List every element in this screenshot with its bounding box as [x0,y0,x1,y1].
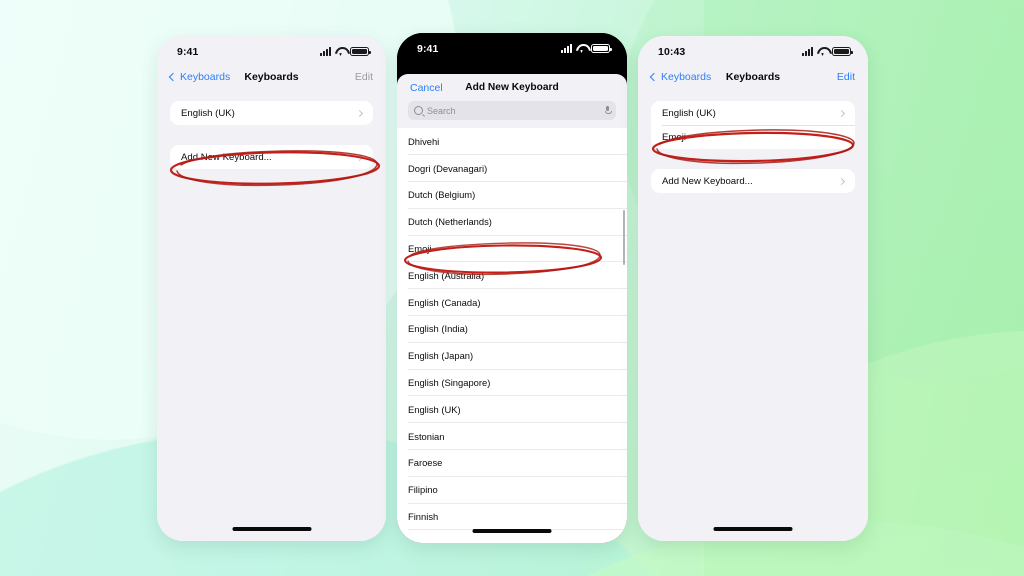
list-item-emoji[interactable]: Emoji [651,125,855,149]
back-button[interactable]: Keyboards [649,71,712,83]
home-indicator [713,527,793,531]
home-indicator [232,527,311,531]
search-container: Search [397,101,627,128]
phone-mockup-3: 10:43 Keyboards Keyboards Edit English (… [638,36,868,541]
keyboard-list-group: English (UK) [170,101,373,125]
phone-2-status-bar: 9:41 [397,33,627,60]
chevron-right-icon [837,109,846,117]
list-item-label: Emoji [408,243,432,255]
battery-icon [350,46,371,57]
language-list[interactable]: Dhivehi Dogri (Devanagari) Dutch (Belgiu… [397,128,627,543]
home-indicator [472,529,552,533]
list-item-label: Faroese [408,457,443,469]
wifi-icon [576,44,587,53]
search-icon [414,106,423,115]
cellular-signal-icon [561,44,572,53]
list-item-label: Dhivehi [408,135,440,147]
phone-mockup-1: 9:41 Keyboards Keyboards Edit English (U… [157,36,386,541]
search-input[interactable]: Search [408,101,616,120]
phone-mockup-2: 9:41 Cancel Add New Keyboard Search Dhiv… [397,33,627,543]
battery-icon [591,43,612,54]
phone-1-status-bar: 9:41 [157,36,386,63]
list-item[interactable]: Faroese [397,450,627,477]
screenshot-canvas: 9:41 Keyboards Keyboards Edit English (U… [0,0,1024,576]
list-item[interactable]: English (UK) [397,396,627,423]
phone-3-status-bar: 10:43 [638,36,868,63]
list-item-label: Add New Keyboard... [181,151,272,163]
list-item[interactable]: English (Canada) [397,289,627,316]
list-item-label: Dutch (Belgium) [408,189,476,201]
battery-icon [832,46,853,57]
add-keyboard-group: Add New Keyboard... [651,169,855,193]
list-item[interactable]: Filipino [397,476,627,503]
search-placeholder: Search [427,105,456,116]
list-item-label: English (Singapore) [408,377,491,389]
phone-1-content: English (UK) Add New Keyboard... [157,91,386,541]
back-button[interactable]: Keyboards [168,71,231,83]
list-item-label: Filipino [408,484,438,496]
list-item-label: Emoji [662,131,686,143]
phone-1-nav-bar: Keyboards Keyboards Edit [157,63,386,91]
list-item[interactable]: English (India) [397,316,627,343]
phone-3-content: English (UK) Emoji Add New Keyboard... [638,91,868,541]
list-item[interactable]: Finnish [397,503,627,530]
chevron-left-icon [649,72,659,82]
status-icon-group [561,43,612,54]
chevron-right-icon [355,153,364,161]
chevron-right-icon [837,177,846,185]
status-time: 9:41 [177,45,199,58]
phone-1-screen: 9:41 Keyboards Keyboards Edit English (U… [157,36,386,541]
add-new-keyboard-row[interactable]: Add New Keyboard... [170,145,373,169]
vertical-scrollbar[interactable] [622,210,625,265]
chevron-left-icon [168,72,178,82]
list-item-label: Add New Keyboard... [662,175,753,187]
list-item[interactable]: Dutch (Netherlands) [397,208,627,235]
list-item[interactable]: Dutch (Belgium) [397,182,627,209]
cellular-signal-icon [320,47,331,56]
list-item[interactable]: Dhivehi [397,128,627,155]
list-item-label: Finnish [408,511,439,523]
wifi-icon [817,47,828,56]
list-item-label: English (UK) [408,403,461,415]
list-item-label: English (Canada) [408,296,481,308]
list-item-label: Estonian [408,430,445,442]
status-time: 9:41 [417,42,439,55]
wifi-icon [335,47,346,56]
phone-2-content: Cancel Add New Keyboard Search Dhivehi D… [397,60,627,543]
status-icon-group [802,46,853,57]
add-keyboard-group: Add New Keyboard... [170,145,373,169]
chevron-right-icon [355,109,364,117]
list-item[interactable]: Dogri (Devanagari) [397,155,627,182]
list-item-label: English (Japan) [408,350,474,362]
list-item-emoji[interactable]: Emoji [397,235,627,262]
microphone-icon[interactable] [605,106,612,115]
list-item-label: Dutch (Netherlands) [408,216,492,228]
phone-3-nav-bar: Keyboards Keyboards Edit [638,63,868,91]
list-item[interactable]: English (Japan) [397,342,627,369]
keyboard-list-group: English (UK) Emoji [651,101,855,149]
status-icon-group [320,46,371,57]
edit-button[interactable]: Edit [355,71,373,83]
back-button-label: Keyboards [180,71,231,83]
status-time: 10:43 [658,45,686,58]
list-item[interactable]: English (UK) [170,101,373,125]
phone-3-screen: 10:43 Keyboards Keyboards Edit English (… [638,36,868,541]
list-item[interactable]: English (UK) [651,101,855,125]
list-item[interactable]: English (Australia) [397,262,627,289]
sheet-nav-bar: Cancel Add New Keyboard [397,74,627,101]
back-button-label: Keyboards [661,71,712,83]
add-new-keyboard-sheet: Cancel Add New Keyboard Search Dhivehi D… [397,74,627,543]
list-item-label: English (UK) [181,107,235,119]
cellular-signal-icon [802,47,813,56]
add-new-keyboard-row[interactable]: Add New Keyboard... [651,169,855,193]
list-item-label: English (Australia) [408,269,485,281]
list-item-label: English (UK) [662,107,716,119]
list-item-label: English (India) [408,323,468,335]
list-item-label: Dogri (Devanagari) [408,162,488,174]
cancel-button[interactable]: Cancel [410,82,443,94]
list-item[interactable]: Estonian [397,423,627,450]
phone-2-screen: 9:41 Cancel Add New Keyboard Search Dhiv… [397,33,627,543]
list-item[interactable]: English (Singapore) [397,369,627,396]
edit-button[interactable]: Edit [837,71,855,83]
